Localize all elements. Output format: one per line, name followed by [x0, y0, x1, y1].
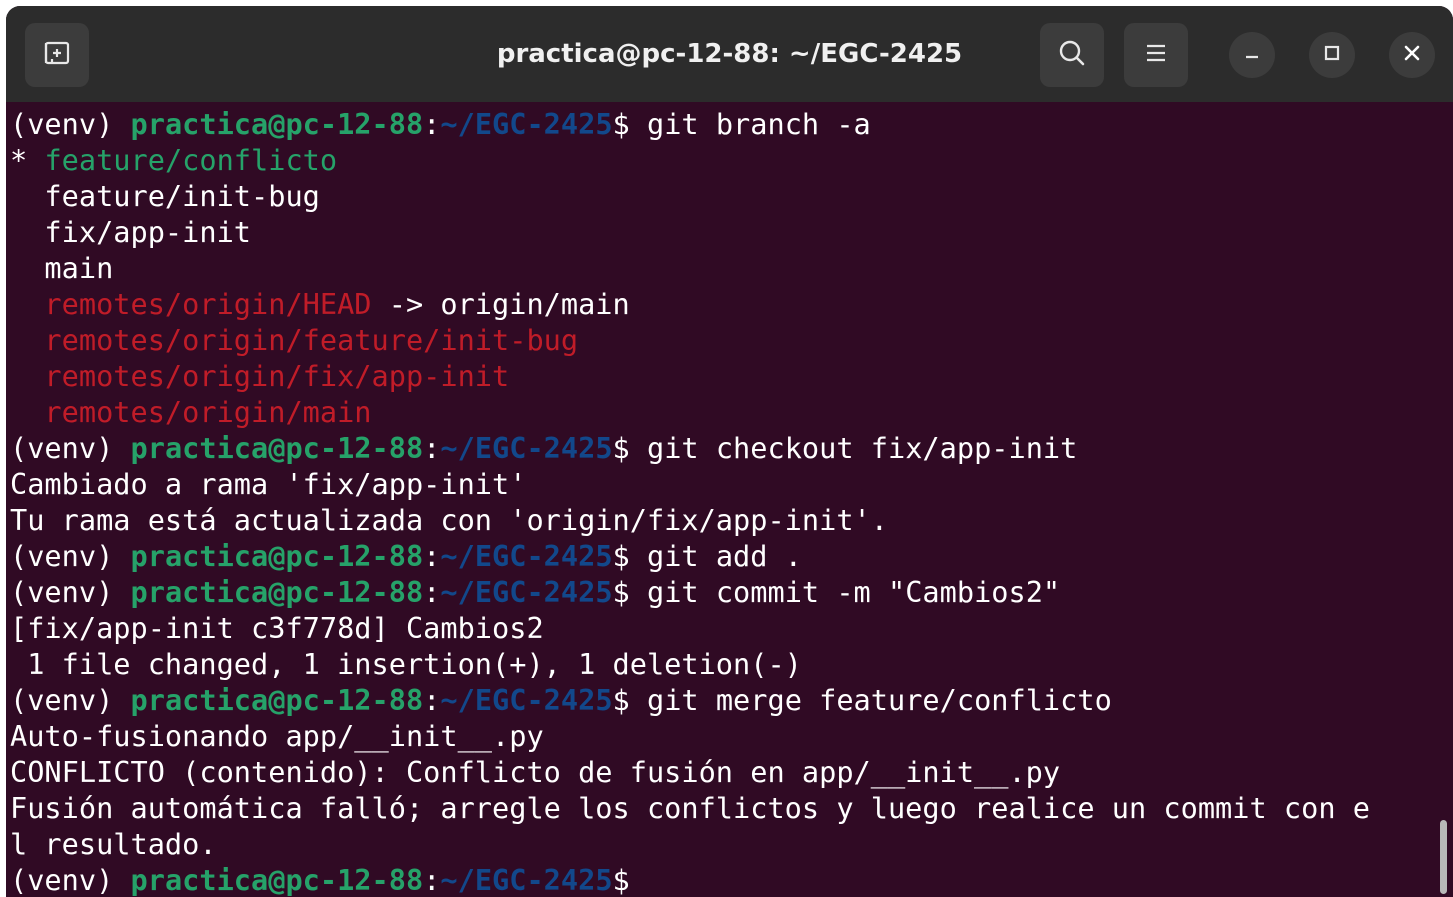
current-branch-marker: * [10, 143, 45, 177]
command-text: git checkout fix/app-init [629, 431, 1078, 465]
terminal-line: remotes/origin/main [6, 394, 1453, 430]
terminal-line: (venv) practica@pc-12-88:~/EGC-2425$ git… [6, 574, 1453, 610]
remote-branch: remotes/origin/feature/init-bug [10, 323, 579, 357]
prompt-colon: : [423, 575, 441, 609]
prompt-venv: (venv) [10, 683, 131, 717]
prompt-dollar: $ [612, 575, 630, 609]
output-text: CONFLICTO (contenido): Conflicto de fusi… [10, 755, 1061, 789]
terminal-line: [fix/app-init c3f778d] Cambios2 [6, 610, 1453, 646]
terminal-line: Tu rama está actualizada con 'origin/fix… [6, 502, 1453, 538]
prompt-colon: : [423, 539, 441, 573]
prompt-path: ~/EGC-2425 [440, 539, 613, 573]
close-button[interactable] [1389, 32, 1435, 78]
output-text: [fix/app-init c3f778d] Cambios2 [10, 611, 544, 645]
prompt-user: practica@pc-12-88 [130, 431, 424, 465]
output-text: l resultado. [10, 827, 217, 861]
terminal-line: l resultado. [6, 826, 1453, 862]
prompt-colon: : [423, 107, 441, 141]
terminal-line: * feature/conflicto [6, 142, 1453, 178]
output-text: 1 file changed, 1 insertion(+), 1 deleti… [10, 647, 802, 681]
terminal-line: remotes/origin/HEAD -> origin/main [6, 286, 1453, 322]
command-text: git branch -a [629, 107, 871, 141]
minimize-button[interactable] [1229, 32, 1275, 78]
current-branch: * feature/conflicto [10, 143, 337, 177]
prompt-venv: (venv) [10, 431, 131, 465]
terminal-line: remotes/origin/feature/init-bug [6, 322, 1453, 358]
output-text: Fusión automática falló; arregle los con… [10, 791, 1370, 825]
prompt-venv: (venv) [10, 539, 131, 573]
terminal-line: CONFLICTO (contenido): Conflicto de fusi… [6, 754, 1453, 790]
prompt-path: ~/EGC-2425 [440, 575, 613, 609]
output-text: Auto-fusionando app/__init__.py [10, 719, 544, 753]
tab-new-icon [42, 38, 72, 73]
prompt-dollar: $ [612, 107, 630, 141]
prompt-venv: (venv) [10, 863, 131, 897]
terminal-line: feature/init-bug [6, 178, 1453, 214]
prompt-user: practica@pc-12-88 [130, 863, 424, 897]
current-branch-name: feature/conflicto [44, 143, 338, 177]
output-text: main [10, 251, 114, 285]
prompt-venv: (venv) [10, 107, 131, 141]
terminal-window: practica@pc-12-88: ~/EGC-2425 (venv) pra… [6, 6, 1453, 897]
prompt-path: ~/EGC-2425 [440, 431, 613, 465]
search-button[interactable] [1040, 23, 1104, 87]
terminal-line: (venv) practica@pc-12-88:~/EGC-2425$ [6, 862, 1453, 897]
terminal-line: (venv) practica@pc-12-88:~/EGC-2425$ git… [6, 430, 1453, 466]
search-icon [1056, 37, 1088, 74]
minimize-icon [1242, 43, 1262, 68]
remote-branch: remotes/origin/fix/app-init [10, 359, 510, 393]
command-text: git commit -m "Cambios2" [629, 575, 1061, 609]
close-icon [1402, 43, 1422, 68]
output-text: fix/app-init [10, 215, 252, 249]
menu-button[interactable] [1124, 23, 1188, 87]
terminal-line: 1 file changed, 1 insertion(+), 1 deleti… [6, 646, 1453, 682]
remote-branch: remotes/origin/main [10, 395, 372, 429]
prompt-path: ~/EGC-2425 [440, 683, 613, 717]
maximize-button[interactable] [1309, 32, 1355, 78]
prompt-user: practica@pc-12-88 [130, 575, 424, 609]
terminal-line: (venv) practica@pc-12-88:~/EGC-2425$ git… [6, 682, 1453, 718]
prompt-user: practica@pc-12-88 [130, 539, 424, 573]
maximize-icon [1322, 43, 1342, 68]
terminal-line: fix/app-init [6, 214, 1453, 250]
scrollbar-thumb[interactable] [1440, 820, 1447, 894]
prompt-dollar: $ [612, 431, 630, 465]
output-text: feature/init-bug [10, 179, 320, 213]
output-text: Tu rama está actualizada con 'origin/fix… [10, 503, 888, 537]
terminal-line: main [6, 250, 1453, 286]
remote-head-target: -> origin/main [371, 287, 630, 321]
title-bar[interactable]: practica@pc-12-88: ~/EGC-2425 [6, 6, 1453, 102]
prompt-user: practica@pc-12-88 [130, 683, 424, 717]
prompt-colon: : [423, 683, 441, 717]
prompt-user: practica@pc-12-88 [130, 107, 424, 141]
prompt-path: ~/EGC-2425 [440, 107, 613, 141]
terminal-line: Fusión automática falló; arregle los con… [6, 790, 1453, 826]
remote-branch: remotes/origin/HEAD [10, 287, 372, 321]
prompt-colon: : [423, 431, 441, 465]
command-text: git merge feature/conflicto [629, 683, 1112, 717]
prompt-path: ~/EGC-2425 [440, 863, 613, 897]
terminal-line: Auto-fusionando app/__init__.py [6, 718, 1453, 754]
prompt-venv: (venv) [10, 575, 131, 609]
prompt-dollar: $ [612, 683, 630, 717]
prompt-dollar: $ [612, 539, 630, 573]
terminal-output[interactable]: (venv) practica@pc-12-88:~/EGC-2425$ git… [6, 106, 1453, 897]
command-text: git add . [629, 539, 802, 573]
new-tab-button[interactable] [25, 23, 89, 87]
terminal-line: (venv) practica@pc-12-88:~/EGC-2425$ git… [6, 538, 1453, 574]
output-text: Cambiado a rama 'fix/app-init' [10, 467, 527, 501]
terminal-line: remotes/origin/fix/app-init [6, 358, 1453, 394]
prompt-dollar: $ [612, 863, 630, 897]
prompt-colon: : [423, 863, 441, 897]
terminal-line: (venv) practica@pc-12-88:~/EGC-2425$ git… [6, 106, 1453, 142]
terminal-line: Cambiado a rama 'fix/app-init' [6, 466, 1453, 502]
hamburger-menu-icon [1142, 39, 1170, 72]
